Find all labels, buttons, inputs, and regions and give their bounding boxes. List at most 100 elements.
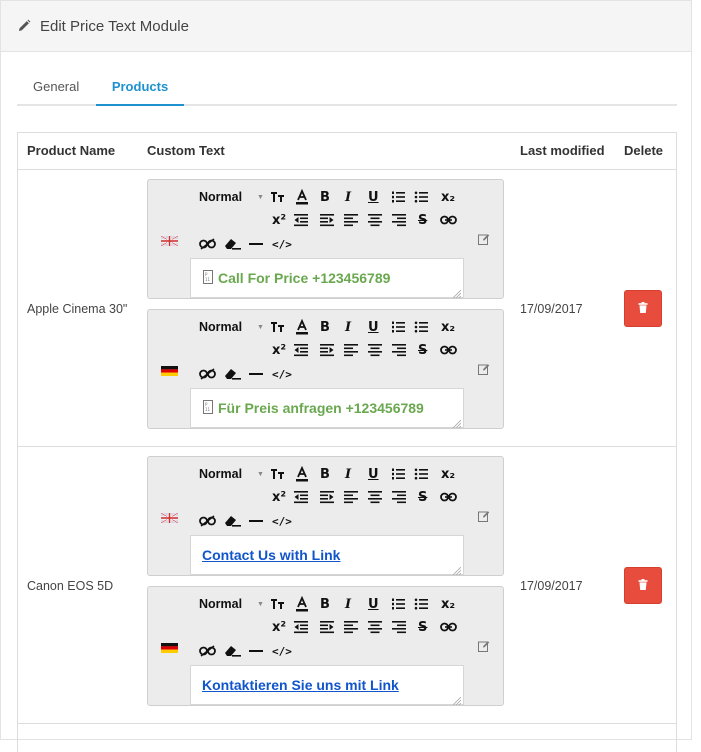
custom-text-link[interactable]: Kontaktieren Sie uns mit Link	[202, 677, 399, 693]
edit-icon[interactable]	[478, 363, 490, 375]
align-right-icon[interactable]	[392, 487, 406, 507]
subscript-icon[interactable]: x₂	[441, 594, 455, 614]
font-size-icon[interactable]	[270, 317, 286, 337]
italic-icon[interactable]: I	[345, 187, 351, 207]
align-left-icon[interactable]	[344, 617, 358, 637]
align-left-icon[interactable]	[344, 340, 358, 360]
align-right-icon[interactable]	[392, 340, 406, 360]
format-select[interactable]: Normal	[199, 594, 242, 614]
tab-general[interactable]: General	[33, 70, 79, 106]
underline-icon[interactable]: U	[368, 187, 379, 207]
editor-content-area[interactable]: P 11 Für Preis anfragen +123456789	[190, 388, 464, 429]
edit-icon[interactable]	[478, 640, 490, 652]
underline-icon[interactable]: U	[368, 464, 379, 484]
horizontal-rule-icon[interactable]	[249, 511, 263, 531]
font-size-icon[interactable]	[270, 594, 286, 614]
unlink-icon[interactable]	[199, 234, 216, 254]
align-center-icon[interactable]	[368, 210, 382, 230]
eraser-icon[interactable]	[224, 641, 241, 661]
text-color-icon[interactable]	[294, 464, 310, 484]
ordered-list-icon[interactable]	[391, 594, 405, 614]
align-right-icon[interactable]	[392, 617, 406, 637]
link-icon[interactable]	[440, 617, 457, 637]
bold-icon[interactable]: B	[320, 594, 330, 614]
italic-icon[interactable]: I	[345, 594, 351, 614]
link-icon[interactable]	[440, 340, 457, 360]
format-dropdown-icon[interactable]: ▼	[257, 594, 264, 614]
code-view-icon[interactable]: </>	[272, 234, 292, 254]
bold-icon[interactable]: B	[320, 464, 330, 484]
format-select[interactable]: Normal	[199, 464, 242, 484]
indent-icon[interactable]	[320, 487, 334, 507]
custom-text-link[interactable]: Contact Us with Link	[202, 547, 340, 563]
resize-grip-icon[interactable]	[452, 417, 462, 429]
unordered-list-icon[interactable]	[414, 464, 428, 484]
subscript-icon[interactable]: x₂	[441, 464, 455, 484]
strikethrough-icon[interactable]: S	[418, 210, 427, 230]
strikethrough-icon[interactable]: S	[418, 617, 427, 637]
format-select[interactable]: Normal	[199, 317, 242, 337]
code-view-icon[interactable]: </>	[272, 641, 292, 661]
link-icon[interactable]	[440, 487, 457, 507]
unordered-list-icon[interactable]	[414, 317, 428, 337]
subscript-icon[interactable]: x₂	[441, 317, 455, 337]
italic-icon[interactable]: I	[345, 317, 351, 337]
align-center-icon[interactable]	[368, 617, 382, 637]
font-size-icon[interactable]	[270, 187, 286, 207]
text-color-icon[interactable]	[294, 594, 310, 614]
indent-icon[interactable]	[320, 340, 334, 360]
delete-button[interactable]	[624, 290, 662, 327]
resize-grip-icon[interactable]	[452, 564, 462, 576]
align-left-icon[interactable]	[344, 210, 358, 230]
unordered-list-icon[interactable]	[414, 187, 428, 207]
format-dropdown-icon[interactable]: ▼	[257, 464, 264, 484]
ordered-list-icon[interactable]	[391, 317, 405, 337]
unlink-icon[interactable]	[199, 364, 216, 384]
link-icon[interactable]	[440, 210, 457, 230]
outdent-icon[interactable]	[294, 617, 308, 637]
outdent-icon[interactable]	[294, 487, 308, 507]
format-dropdown-icon[interactable]: ▼	[257, 187, 264, 207]
tab-products[interactable]: Products	[96, 70, 184, 106]
italic-icon[interactable]: I	[345, 464, 351, 484]
subscript-icon[interactable]: x₂	[441, 187, 455, 207]
ordered-list-icon[interactable]	[391, 187, 405, 207]
indent-icon[interactable]	[320, 617, 334, 637]
eraser-icon[interactable]	[224, 364, 241, 384]
eraser-icon[interactable]	[224, 511, 241, 531]
horizontal-rule-icon[interactable]	[249, 234, 263, 254]
outdent-icon[interactable]	[294, 340, 308, 360]
superscript-icon[interactable]: x²	[272, 210, 286, 230]
align-right-icon[interactable]	[392, 210, 406, 230]
align-center-icon[interactable]	[368, 340, 382, 360]
unlink-icon[interactable]	[199, 641, 216, 661]
format-select[interactable]: Normal	[199, 187, 242, 207]
bold-icon[interactable]: B	[320, 187, 330, 207]
underline-icon[interactable]: U	[368, 594, 379, 614]
eraser-icon[interactable]	[224, 234, 241, 254]
align-center-icon[interactable]	[368, 487, 382, 507]
outdent-icon[interactable]	[294, 210, 308, 230]
delete-button[interactable]	[624, 567, 662, 604]
code-view-icon[interactable]: </>	[272, 511, 292, 531]
ordered-list-icon[interactable]	[391, 464, 405, 484]
align-left-icon[interactable]	[344, 487, 358, 507]
editor-content-area[interactable]: P 11 Call For Price +123456789	[190, 258, 464, 299]
text-color-icon[interactable]	[294, 187, 310, 207]
resize-grip-icon[interactable]	[452, 287, 462, 299]
font-size-icon[interactable]	[270, 464, 286, 484]
unordered-list-icon[interactable]	[414, 594, 428, 614]
strikethrough-icon[interactable]: S	[418, 340, 427, 360]
editor-content-area[interactable]: Kontaktieren Sie uns mit Link	[190, 665, 464, 706]
format-dropdown-icon[interactable]: ▼	[257, 317, 264, 337]
superscript-icon[interactable]: x²	[272, 340, 286, 360]
code-view-icon[interactable]: </>	[272, 364, 292, 384]
horizontal-rule-icon[interactable]	[249, 364, 263, 384]
horizontal-rule-icon[interactable]	[249, 641, 263, 661]
superscript-icon[interactable]: x²	[272, 617, 286, 637]
edit-icon[interactable]	[478, 233, 490, 245]
underline-icon[interactable]: U	[368, 317, 379, 337]
resize-grip-icon[interactable]	[452, 694, 462, 706]
editor-content-area[interactable]: Contact Us with Link	[190, 535, 464, 576]
text-color-icon[interactable]	[294, 317, 310, 337]
